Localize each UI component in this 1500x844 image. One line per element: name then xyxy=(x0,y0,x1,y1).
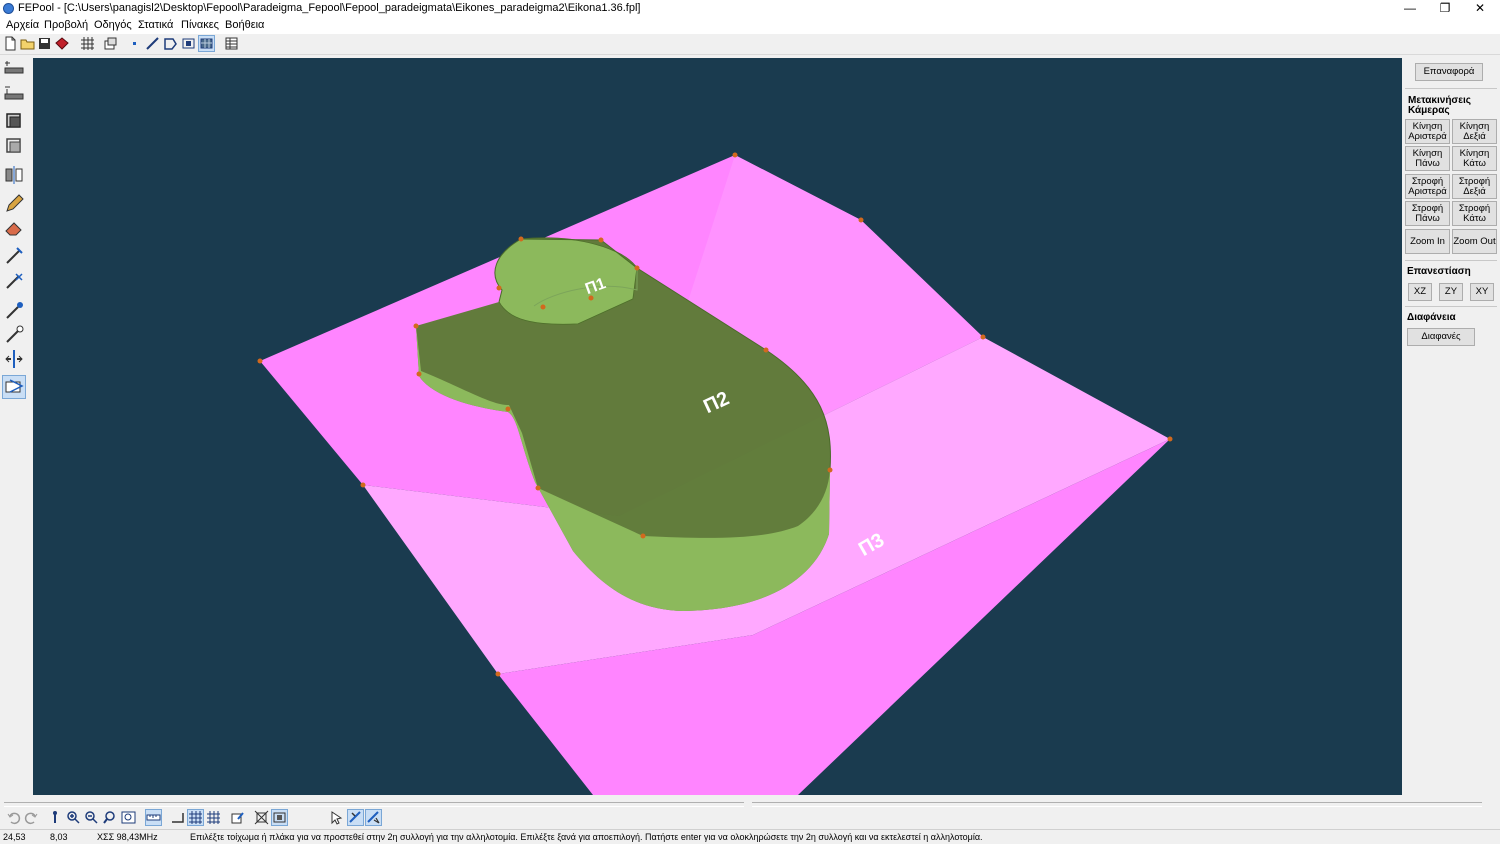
menu-tables[interactable]: Πίνακες xyxy=(181,19,219,31)
bottom-toolbar xyxy=(0,796,1500,828)
separator xyxy=(1405,88,1497,89)
export-icon[interactable] xyxy=(54,36,69,51)
polygon-icon[interactable] xyxy=(163,36,178,51)
select-slab-icon[interactable] xyxy=(365,809,382,826)
move-down-button[interactable]: Κίνηση Κάτω xyxy=(1452,146,1497,171)
move-left-button[interactable]: Κίνηση Αριστερά xyxy=(1405,119,1450,144)
separator xyxy=(1405,306,1497,307)
table-icon[interactable] xyxy=(224,36,239,51)
grid-snap-icon[interactable] xyxy=(206,810,221,825)
refocus-heading: Επανεστίαση xyxy=(1407,266,1471,277)
menu-files[interactable]: Αρχεία xyxy=(6,19,39,31)
intersection-icon[interactable] xyxy=(2,375,26,399)
menu-view[interactable]: Προβολή xyxy=(44,19,88,31)
select-wall-icon[interactable] xyxy=(347,809,364,826)
plane-zy-button[interactable]: ZY xyxy=(1439,283,1463,301)
main-toolbar xyxy=(0,34,1500,55)
rotate-left-button[interactable]: Στροφή Αριστερά xyxy=(1405,174,1450,199)
fit-icon[interactable] xyxy=(181,36,196,51)
move-up-button[interactable]: Κίνηση Πάνω xyxy=(1405,146,1450,171)
open-folder-icon[interactable] xyxy=(20,36,35,51)
mirror-icon[interactable] xyxy=(3,164,25,186)
node-icon[interactable] xyxy=(128,36,143,51)
zoom-window-icon[interactable] xyxy=(103,810,118,825)
select-add-icon[interactable] xyxy=(329,810,344,825)
horizontal-scrollbar-right[interactable] xyxy=(752,802,1482,807)
camera-panel: Επαναφορά Μετακινήσεις Κάμερας Κίνηση Αρ… xyxy=(1403,58,1500,795)
menu-help[interactable]: Βοήθεια xyxy=(225,19,264,31)
ruler-icon[interactable] xyxy=(145,809,162,826)
status-x-coordinate: 24,53 xyxy=(3,832,26,842)
new-file-icon[interactable] xyxy=(3,36,18,51)
snap-node-icon[interactable] xyxy=(254,810,269,825)
transparent-button[interactable]: Διαφανές xyxy=(1407,328,1475,346)
properties-icon[interactable] xyxy=(230,810,245,825)
3d-model: Π1 Π2 Π3 xyxy=(257,152,1173,795)
plane-xy-button[interactable]: XY xyxy=(1470,283,1494,301)
corner-icon[interactable] xyxy=(170,810,185,825)
grid-toggle-icon[interactable] xyxy=(187,809,204,826)
zoom-out-button[interactable]: Zoom Out xyxy=(1452,229,1497,254)
rotate-up-button[interactable]: Στροφή Πάνω xyxy=(1405,201,1450,226)
pencil-icon[interactable] xyxy=(3,193,25,215)
restore-button[interactable]: ❐ xyxy=(1427,0,1463,17)
layers-icon[interactable] xyxy=(103,36,118,51)
3d-viewport[interactable]: Π1 Π2 Π3 xyxy=(33,58,1402,795)
title-bar: FEPool - [C:\Users\panagisl2\Desktop\Fep… xyxy=(0,0,1500,17)
left-tool-palette xyxy=(0,55,30,795)
app-icon xyxy=(3,3,14,14)
line-icon[interactable] xyxy=(145,36,160,51)
zoom-out-icon[interactable] xyxy=(84,810,99,825)
separator xyxy=(1405,260,1497,261)
window-title: FEPool - [C:\Users\panagisl2\Desktop\Fep… xyxy=(18,2,641,14)
redo-icon[interactable] xyxy=(24,810,39,825)
status-message: Επιλέξτε τοίχωμα ή πλάκα για να προστεθε… xyxy=(190,832,983,842)
dimension-add-icon[interactable] xyxy=(3,245,25,267)
menu-wizard[interactable]: Οδηγός xyxy=(94,19,132,31)
save-icon[interactable] xyxy=(37,36,52,51)
plane-xz-button[interactable]: XZ xyxy=(1408,283,1432,301)
probe-alt-icon[interactable] xyxy=(3,324,25,346)
beam-remove-icon[interactable] xyxy=(3,83,25,105)
reset-view-button[interactable]: Επαναφορά xyxy=(1415,63,1483,81)
slab-copy-icon[interactable] xyxy=(3,135,25,157)
camera-moves-heading: Μετακινήσεις Κάμερας xyxy=(1408,95,1471,116)
menu-statics[interactable]: Στατικά xyxy=(138,19,173,31)
pointer-icon[interactable] xyxy=(48,810,63,825)
horizontal-scrollbar[interactable] xyxy=(4,802,744,807)
move-right-button[interactable]: Κίνηση Δεξιά xyxy=(1452,119,1497,144)
slab-stack-icon[interactable] xyxy=(3,110,25,132)
snap-mid-icon[interactable] xyxy=(271,809,288,826)
probe-icon[interactable] xyxy=(3,300,25,322)
rotate-right-button[interactable]: Στροφή Δεξιά xyxy=(1452,174,1497,199)
eraser-icon[interactable] xyxy=(3,217,25,239)
status-y-coordinate: 8,03 xyxy=(50,832,68,842)
menu-bar: Αρχεία Προβολή Οδηγός Στατικά Πίνακες Βο… xyxy=(0,17,1500,34)
zoom-in-button[interactable]: Zoom In xyxy=(1405,229,1450,254)
dimension-remove-icon[interactable] xyxy=(3,270,25,292)
undo-icon[interactable] xyxy=(6,810,21,825)
status-clock: ΧΣΣ 98,43MHz xyxy=(97,832,158,842)
3d-view-icon[interactable] xyxy=(198,35,215,52)
status-bar: 24,53 8,03 ΧΣΣ 98,43MHz Επιλέξτε τοίχωμα… xyxy=(0,829,1500,844)
zoom-extents-icon[interactable] xyxy=(121,810,136,825)
close-button[interactable]: ✕ xyxy=(1462,0,1498,17)
rotate-down-button[interactable]: Στροφή Κάτω xyxy=(1452,201,1497,226)
grid-icon[interactable] xyxy=(80,36,95,51)
minimize-button[interactable]: — xyxy=(1392,0,1428,17)
split-icon[interactable] xyxy=(3,348,25,370)
transparency-heading: Διαφάνεια xyxy=(1407,312,1456,323)
beam-add-icon[interactable] xyxy=(3,59,25,81)
zoom-in-icon[interactable] xyxy=(66,810,81,825)
